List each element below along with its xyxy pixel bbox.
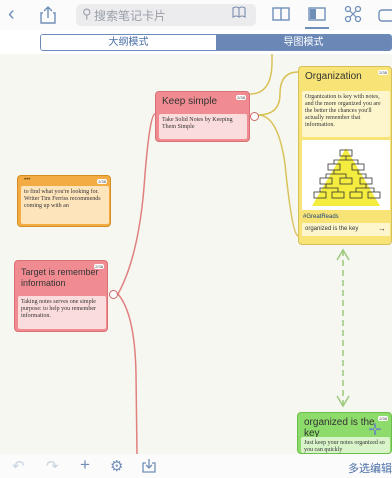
card-tim-ferriss[interactable]: ••• 2/38 to find what you're looking for… [17,175,111,227]
more-dots: ••• [24,177,31,183]
card-body: Take Solid Notes by Keeping Them Simple [159,114,247,139]
share-icon[interactable] [40,6,56,27]
connector-target-keep [117,113,156,295]
zoom-fit-icon[interactable]: ✛ [364,420,386,442]
card-badge: 2/38 [94,264,104,269]
mode-switch: 大纲模式 导图模式 [40,34,392,51]
connector-keep-organization-2 [257,114,299,237]
org-chart-image [302,140,390,210]
book-icon[interactable] [232,6,246,21]
card-keep-simple[interactable]: Keep simple 2/38 Take Solid Notes by Kee… [155,91,250,142]
card-icon[interactable] [378,7,392,25]
connector-target-down [117,293,138,454]
redo-icon[interactable]: ↷ [46,457,59,475]
card-organization[interactable]: Organization 2/38 Organization is key wi… [298,66,392,245]
active-view-indicator [305,27,329,29]
card-tag[interactable]: #GreatReads [303,214,339,220]
search-input[interactable]: ⚲ 搜索笔记卡片 [76,4,256,26]
mindmap-mode-tab[interactable]: 导图模式 [216,35,391,50]
card-badge: 2/38 [97,179,107,184]
undo-icon[interactable]: ↶ [12,457,25,475]
card-title: Keep simple [162,96,218,107]
card-link[interactable]: organized is the key → [302,223,390,236]
card-title: Target is remember information [21,267,99,288]
card-badge: 2/38 [236,95,246,100]
collapse-knob-keep[interactable] [250,112,259,121]
card-body: to find what you're looking for. Writer … [21,186,109,224]
mind-map-icon[interactable] [344,5,362,26]
card-title: Organization [305,71,362,82]
card-link-text: organized is the key [305,226,359,232]
search-icon: ⚲ [82,6,92,21]
outline-mode-tab[interactable]: 大纲模式 [41,35,216,50]
chevron-left-icon[interactable]: ‹ [8,4,15,24]
card-badge: 2/38 [378,70,388,75]
add-icon[interactable]: + [80,455,90,475]
collapse-knob-target[interactable] [109,290,118,299]
settings-icon[interactable]: ⚙ [110,457,123,475]
search-placeholder: 搜索笔记卡片 [94,9,167,23]
card-body: Organization is key with notes, and the … [302,91,390,137]
multi-select-edit-button[interactable]: 多选编辑 [348,460,392,476]
bottom-toolbar: ↶ ↷ + ⚙ 多选编辑 [0,454,392,478]
connector-top [249,54,273,95]
connector-keep-organization [257,71,299,116]
open-book-icon[interactable] [272,6,290,25]
card-body: Taking notes serves one simple purpose: … [18,296,106,329]
import-icon[interactable] [142,458,156,477]
sidebar-icon[interactable] [308,6,326,25]
card-target[interactable]: Target is remember information 2/38 Taki… [14,260,108,332]
top-toolbar: ‹ ⚲ 搜索笔记卡片 [0,0,392,30]
arrow-right-icon: → [378,224,386,233]
